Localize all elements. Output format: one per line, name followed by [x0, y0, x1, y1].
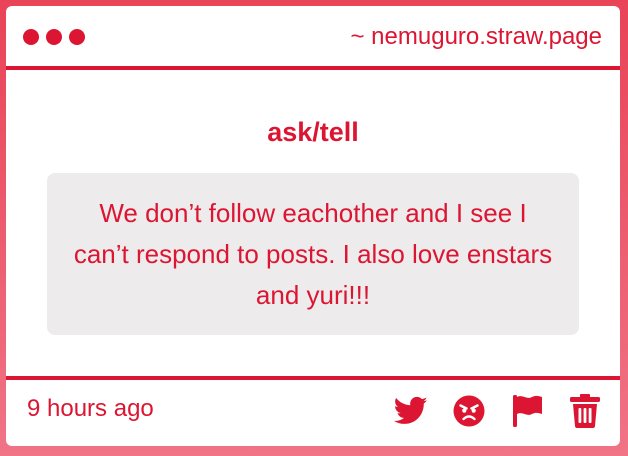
post-content: ask/tell We don’t follow eachother and I…	[6, 70, 620, 376]
post-heading: ask/tell	[267, 117, 359, 147]
share-twitter-button[interactable]	[394, 394, 428, 428]
post-timestamp: 9 hours ago	[27, 395, 154, 422]
trash-icon	[570, 394, 600, 428]
post-message-text: We don’t follow eachother and I see I ca…	[73, 197, 553, 310]
react-angry-button[interactable]	[452, 394, 486, 428]
window-titlebar: ~ nemuguro.straw.page	[6, 6, 620, 70]
window-dot-1	[23, 29, 39, 45]
post-message: We don’t follow eachother and I see I ca…	[47, 173, 579, 335]
post-footer: 9 hours ago	[6, 376, 620, 446]
page-frame: ~ nemuguro.straw.page ask/tell We don’t …	[0, 0, 628, 456]
twitter-icon	[394, 396, 428, 424]
angry-face-icon	[453, 395, 485, 427]
window-controls	[23, 29, 85, 45]
site-url[interactable]: ~ nemuguro.straw.page	[351, 23, 603, 51]
window-dot-3	[69, 29, 85, 45]
flag-icon	[513, 395, 542, 427]
post-window: ~ nemuguro.straw.page ask/tell We don’t …	[6, 6, 620, 446]
post-actions	[394, 394, 602, 428]
delete-button[interactable]	[568, 394, 602, 428]
window-dot-2	[46, 29, 62, 45]
report-button[interactable]	[510, 394, 544, 428]
